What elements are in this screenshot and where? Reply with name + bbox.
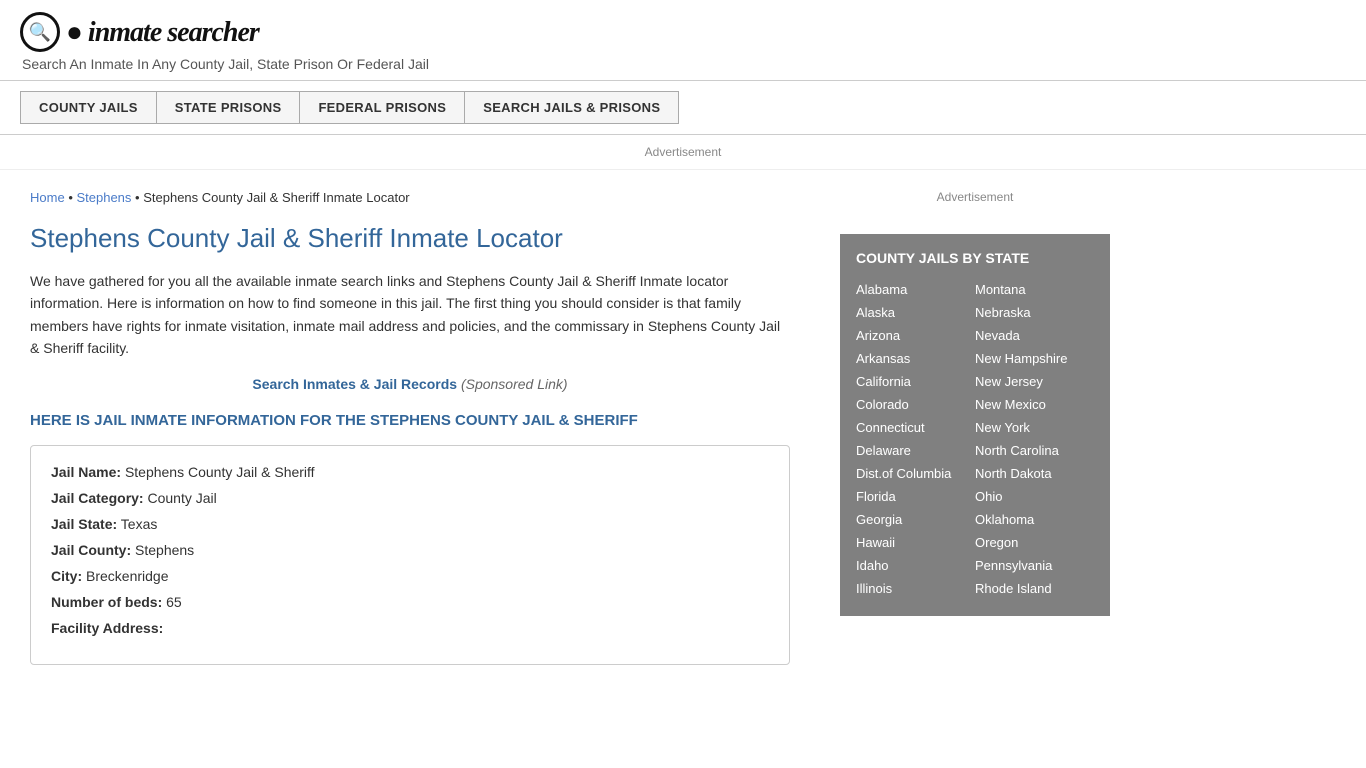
state-link[interactable]: Oregon	[975, 531, 1094, 554]
state-link[interactable]: Connecticut	[856, 416, 975, 439]
state-link[interactable]: North Dakota	[975, 462, 1094, 485]
state-link[interactable]: Delaware	[856, 439, 975, 462]
states-grid: AlabamaAlaskaArizonaArkansasCaliforniaCo…	[856, 278, 1094, 600]
jail-category-val: County Jail	[147, 490, 216, 506]
state-link[interactable]: New Mexico	[975, 393, 1094, 416]
jail-category-label: Jail Category:	[51, 490, 144, 506]
jail-county-row: Jail County: Stephens	[51, 542, 769, 558]
state-link[interactable]: Rhode Island	[975, 577, 1094, 600]
state-link[interactable]: Oklahoma	[975, 508, 1094, 531]
state-link[interactable]: Idaho	[856, 554, 975, 577]
state-link[interactable]: Illinois	[856, 577, 975, 600]
state-link[interactable]: Dist.of Columbia	[856, 462, 975, 485]
jail-beds-label: Number of beds:	[51, 594, 162, 610]
state-link[interactable]: Colorado	[856, 393, 975, 416]
breadcrumb: Home • Stephens • Stephens County Jail &…	[30, 190, 790, 205]
states-right-column: MontanaNebraskaNevadaNew HampshireNew Je…	[975, 278, 1094, 600]
jail-city-label: City:	[51, 568, 82, 584]
state-link[interactable]: Pennsylvania	[975, 554, 1094, 577]
sidebar: Advertisement COUNTY JAILS BY STATE Alab…	[820, 170, 1130, 685]
state-prisons-nav-button[interactable]: STATE PRISONS	[156, 91, 300, 124]
state-link[interactable]: Nebraska	[975, 301, 1094, 324]
jail-address-label: Facility Address:	[51, 620, 163, 636]
state-link[interactable]: Hawaii	[856, 531, 975, 554]
jail-name-row: Jail Name: Stephens County Jail & Sherif…	[51, 464, 769, 480]
jail-name-label: Jail Name:	[51, 464, 121, 480]
breadcrumb-stephens-link[interactable]: Stephens	[76, 190, 131, 205]
jail-state-val: Texas	[121, 516, 158, 532]
state-link[interactable]: Nevada	[975, 324, 1094, 347]
states-left-column: AlabamaAlaskaArizonaArkansasCaliforniaCo…	[856, 278, 975, 600]
state-link[interactable]: Ohio	[975, 485, 1094, 508]
jail-state-label: Jail State:	[51, 516, 117, 532]
breadcrumb-current: Stephens County Jail & Sheriff Inmate Lo…	[143, 190, 409, 205]
state-link[interactable]: New Hampshire	[975, 347, 1094, 370]
page-title: Stephens County Jail & Sheriff Inmate Lo…	[30, 223, 790, 254]
state-link[interactable]: Arizona	[856, 324, 975, 347]
breadcrumb-home-link[interactable]: Home	[30, 190, 65, 205]
logo-icon: 🔍	[20, 12, 60, 52]
nav-bar: COUNTY JAILS STATE PRISONS FEDERAL PRISO…	[0, 81, 1366, 135]
state-link[interactable]: New York	[975, 416, 1094, 439]
jail-beds-val: 65	[166, 594, 182, 610]
jail-beds-row: Number of beds: 65	[51, 594, 769, 610]
sidebar-advertisement: Advertisement	[840, 180, 1110, 214]
state-link[interactable]: Alabama	[856, 278, 975, 301]
logo-text: ● inmate searcher	[66, 16, 259, 49]
jail-city-val: Breckenridge	[86, 568, 169, 584]
jail-county-label: Jail County:	[51, 542, 131, 558]
federal-prisons-nav-button[interactable]: FEDERAL PRISONS	[299, 91, 464, 124]
jail-city-row: City: Breckenridge	[51, 568, 769, 584]
jail-county-val: Stephens	[135, 542, 194, 558]
state-link[interactable]: Florida	[856, 485, 975, 508]
jail-state-row: Jail State: Texas	[51, 516, 769, 532]
logo-area: 🔍 ● inmate searcher	[20, 12, 1346, 52]
county-jails-by-state-title: COUNTY JAILS BY STATE	[856, 250, 1094, 266]
jail-address-row: Facility Address:	[51, 620, 769, 636]
search-link-area: Search Inmates & Jail Records (Sponsored…	[30, 376, 790, 392]
county-jails-nav-button[interactable]: COUNTY JAILS	[20, 91, 156, 124]
state-link[interactable]: Arkansas	[856, 347, 975, 370]
main-content: Home • Stephens • Stephens County Jail &…	[0, 170, 820, 685]
sponsored-text: (Sponsored Link)	[461, 376, 568, 392]
search-inmates-link[interactable]: Search Inmates & Jail Records	[252, 376, 457, 392]
main-layout: Home • Stephens • Stephens County Jail &…	[0, 170, 1366, 685]
county-jails-by-state-box: COUNTY JAILS BY STATE AlabamaAlaskaArizo…	[840, 234, 1110, 616]
jail-category-row: Jail Category: County Jail	[51, 490, 769, 506]
state-link[interactable]: North Carolina	[975, 439, 1094, 462]
jail-name-val: Stephens County Jail & Sheriff	[125, 464, 315, 480]
state-link[interactable]: Alaska	[856, 301, 975, 324]
search-jails-nav-button[interactable]: SEARCH JAILS & PRISONS	[464, 91, 679, 124]
page-description: We have gathered for you all the availab…	[30, 270, 790, 360]
jail-info-box: Jail Name: Stephens County Jail & Sherif…	[30, 445, 790, 665]
state-link[interactable]: New Jersey	[975, 370, 1094, 393]
advertisement-bar: Advertisement	[0, 135, 1366, 170]
header: 🔍 ● inmate searcher Search An Inmate In …	[0, 0, 1366, 81]
jail-info-header: HERE IS JAIL INMATE INFORMATION FOR THE …	[30, 412, 790, 429]
state-link[interactable]: California	[856, 370, 975, 393]
state-link[interactable]: Georgia	[856, 508, 975, 531]
state-link[interactable]: Montana	[975, 278, 1094, 301]
tagline: Search An Inmate In Any County Jail, Sta…	[22, 56, 1346, 72]
